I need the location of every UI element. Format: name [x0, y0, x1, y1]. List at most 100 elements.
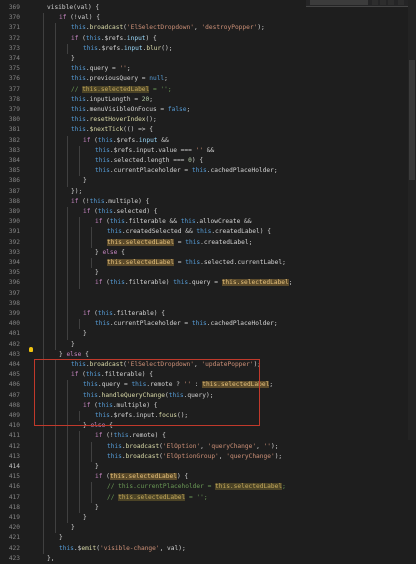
code-line[interactable]: 397: [0, 288, 416, 299]
find-close-button[interactable]: [398, 0, 404, 5]
code-line[interactable]: 371 this.broadcast('ElSelectDropdown', 'd…: [0, 23, 416, 34]
indent-guide: [43, 43, 44, 54]
line-number: 374: [8, 55, 20, 62]
code-line[interactable]: 415 if (this.selectedLabel) {: [0, 472, 416, 483]
code-line[interactable]: 375 this.query = '';: [0, 64, 416, 75]
lightbulb-icon[interactable]: [29, 347, 33, 352]
code-line[interactable]: 384 this.selected.length === 0) {: [0, 156, 416, 167]
code-line[interactable]: 376 this.previousQuery = null;: [0, 74, 416, 85]
code-editor[interactable]: 369 visible(val) {370 if (!val) {371 this.b…: [0, 0, 416, 562]
code-line[interactable]: 383 this.$refs.input.value === '' &&: [0, 145, 416, 156]
indent-guide: [43, 319, 44, 330]
code-line[interactable]: 417 // this.selectedLabel = '';: [0, 492, 416, 503]
code-text: this.query = '';: [71, 64, 131, 74]
indent-guide: [43, 298, 44, 309]
indent-guide: [55, 237, 56, 248]
find-next-button[interactable]: [380, 0, 386, 5]
indent-guide: [55, 196, 56, 207]
code-token: visible(val) {: [47, 4, 100, 11]
code-line[interactable]: 378 this.inputLength = 20;: [0, 94, 416, 105]
code-line[interactable]: 372 if (this.$refs.input) {: [0, 33, 416, 44]
code-line[interactable]: 416 // this.currentPlaceholder = this.sel…: [0, 482, 416, 493]
indent-guide: [43, 247, 44, 258]
code-token: .query =: [188, 279, 222, 287]
line-number: 413: [8, 452, 20, 460]
indent-guide: [79, 492, 80, 503]
code-token: &&: [157, 136, 169, 144]
code-text: if (this.$refs.input &&: [83, 136, 169, 146]
code-token: .cachedPlaceHolder;: [206, 320, 278, 328]
code-token: (: [78, 34, 86, 42]
code-line[interactable]: 413 this.broadcast('ElOptionGroup', 'quer…: [0, 451, 416, 462]
indent-guide: [43, 94, 44, 105]
code-token: = '';: [185, 493, 208, 501]
code-token: this: [95, 320, 110, 328]
code-line[interactable]: 379 this.menuVisibleOnFocus = false;: [0, 105, 416, 116]
code-line[interactable]: 388 if (!this.multiple) {: [0, 196, 416, 207]
code-token: .currentPlaceholder =: [109, 320, 192, 328]
scrollbar-thumb[interactable]: [409, 60, 415, 180]
indent-guide: [55, 84, 56, 95]
indent-guide: [67, 298, 68, 309]
code-line[interactable]: 414}: [0, 462, 416, 473]
indent-guide: [79, 482, 80, 493]
code-line[interactable]: 370 if (!val) {: [0, 13, 416, 24]
code-line[interactable]: 394 this.selectedLabel = this.selected.cu…: [0, 258, 416, 269]
code-line[interactable]: 389 if (this.selected) {: [0, 207, 416, 218]
find-selection-button[interactable]: [388, 0, 394, 5]
code-line[interactable]: 420}: [0, 523, 416, 534]
line-number: 422: [8, 544, 20, 552]
code-line[interactable]: 423},: [0, 554, 416, 564]
code-token: 'ElSelectDropdown': [126, 24, 194, 32]
code-line[interactable]: 421}: [0, 533, 416, 544]
code-line[interactable]: 402}: [0, 339, 416, 350]
line-number: 416: [8, 483, 20, 491]
code-token: '': [119, 65, 127, 73]
indent-guide: [79, 502, 80, 513]
code-line[interactable]: 395}: [0, 268, 416, 279]
code-line[interactable]: 401}: [0, 329, 416, 340]
code-line[interactable]: 391 this.createdSelected && this.createdL…: [0, 227, 416, 238]
code-token: .currentPlaceholder =: [109, 167, 192, 175]
find-input[interactable]: [310, 0, 368, 5]
line-number: 398: [8, 299, 20, 307]
code-text: this.resetHoverIndex();: [71, 115, 157, 125]
code-line[interactable]: 400 this.currentPlaceholder = this.cached…: [0, 319, 416, 330]
code-line[interactable]: 411 if (!this.remote) {: [0, 431, 416, 442]
code-line[interactable]: 386}: [0, 176, 416, 187]
code-line[interactable]: 373 this.$refs.input.blur();: [0, 43, 416, 54]
code-token: '': [263, 442, 271, 450]
code-line[interactable]: 377 // this.selectedLabel = '';: [0, 84, 416, 95]
find-prev-button[interactable]: [372, 0, 378, 5]
code-token: this: [113, 432, 129, 440]
code-line[interactable]: 380 this.resetHoverIndex();: [0, 115, 416, 126]
code-token: this: [95, 157, 110, 164]
indent-guide: [55, 186, 56, 197]
find-widget[interactable]: [306, 0, 410, 7]
indent-guide: [79, 462, 80, 473]
code-line[interactable]: 418}: [0, 502, 416, 513]
code-line[interactable]: 392 this.selectedLabel = this.createdLabe…: [0, 237, 416, 248]
code-line[interactable]: 412 this.broadcast('ElOption', 'queryChan…: [0, 441, 416, 452]
code-line[interactable]: 422 this.$emit('visible-change', val);: [0, 543, 416, 554]
code-line[interactable]: 374}: [0, 54, 416, 65]
indent-guide: [67, 492, 68, 503]
indent-guide: [43, 268, 44, 279]
code-line[interactable]: 393} else {: [0, 247, 416, 258]
indent-guide: [43, 329, 44, 340]
code-line[interactable]: 398: [0, 298, 416, 309]
code-line[interactable]: 385 this.currentPlaceholder = this.cached…: [0, 166, 416, 177]
code-token: this: [71, 106, 86, 113]
code-line[interactable]: 399 if (this.filterable) {: [0, 309, 416, 320]
code-line[interactable]: 390 if (this.filterable && this.allowCrea…: [0, 217, 416, 228]
code-line[interactable]: 381 this.$nextTick(() => {: [0, 125, 416, 136]
vertical-scrollbar[interactable]: [408, 0, 416, 440]
code-line[interactable]: 382 if (this.$refs.input &&: [0, 135, 416, 146]
indent-guide: [43, 33, 44, 44]
line-number: 406: [8, 381, 20, 389]
code-line[interactable]: 396 if (this.filterable) this.query = thi…: [0, 278, 416, 289]
code-line[interactable]: 387});: [0, 186, 416, 197]
line-number: 370: [8, 14, 20, 22]
line-number: 389: [8, 208, 20, 215]
code-line[interactable]: 419}: [0, 513, 416, 524]
